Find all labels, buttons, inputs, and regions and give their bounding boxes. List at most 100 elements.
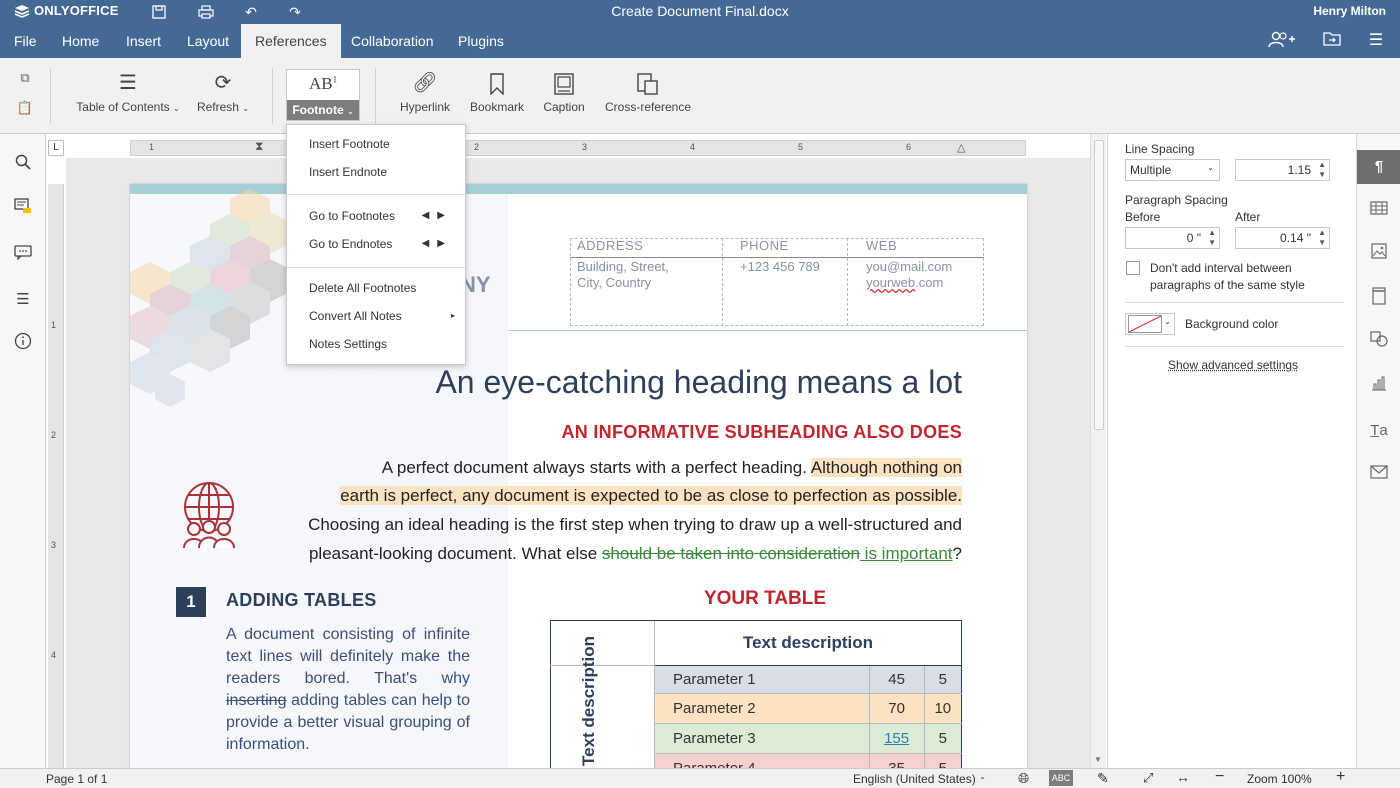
menu-item-goto-footnotes[interactable]: Go to Footnotes ◀▶	[287, 202, 465, 230]
spinner-arrows-icon[interactable]: ▲ ▼	[1318, 228, 1326, 248]
refresh-button[interactable]: ⟳ Refresh ⌄	[192, 66, 254, 126]
tab-plugins[interactable]: Plugins	[444, 24, 518, 58]
zoom-in-icon[interactable]: +	[1336, 768, 1345, 786]
copy-style-icon[interactable]: ⧉	[14, 70, 36, 90]
table-cell-param-name[interactable]: Parameter 2	[655, 694, 870, 724]
phone-label: PHONE	[740, 238, 789, 253]
spinner-arrows-icon[interactable]: ▲ ▼	[1208, 228, 1216, 248]
menu-separator	[287, 194, 465, 195]
user-name[interactable]: Henry Milton	[1313, 4, 1386, 18]
spacing-after-spinner[interactable]: 0.14 " ▲ ▼	[1235, 227, 1330, 249]
footnote-button[interactable]: AB1 Footnote ⌄	[286, 69, 360, 121]
table-cell-value[interactable]: 5	[924, 724, 961, 754]
about-info-icon[interactable]	[11, 332, 35, 356]
hyperlink-button[interactable]: 🔗︎ Hyperlink	[394, 66, 456, 126]
table-cell-value[interactable]: 10	[924, 694, 961, 724]
navigation-headings-icon[interactable]: ☰	[11, 288, 35, 312]
horizontal-ruler[interactable]: 1 ⧗ 1 2 3 4 5 6 △	[130, 140, 1026, 156]
comments-icon[interactable]	[11, 198, 35, 222]
paste-icon[interactable]: 📋	[14, 100, 36, 120]
background-color-label: Background color	[1185, 317, 1278, 331]
table-cell-param-name[interactable]: Parameter 3	[655, 724, 870, 754]
undo-icon[interactable]: ↶	[240, 2, 262, 22]
background-color-picker[interactable]: ⌄	[1125, 313, 1175, 335]
next-endnote-arrow-icon[interactable]: ▶	[437, 238, 453, 249]
tab-stop-selector[interactable]: L	[48, 140, 64, 156]
hamburger-menu-icon[interactable]: ☰	[1364, 30, 1388, 52]
zoom-level[interactable]: Zoom 100%	[1247, 772, 1312, 786]
redo-icon[interactable]: ↷	[284, 2, 306, 22]
chart-settings-icon[interactable]	[1367, 375, 1391, 399]
table-cell-param-name[interactable]: Parameter 4	[655, 754, 870, 769]
menu-item-convert-all-notes[interactable]: Convert All Notes ▸	[287, 302, 465, 330]
menu-item-insert-endnote[interactable]: Insert Endnote	[287, 158, 465, 186]
image-settings-icon[interactable]	[1367, 243, 1391, 267]
fit-page-icon[interactable]: ⤢	[1143, 770, 1153, 786]
add-user-icon[interactable]	[1266, 30, 1296, 52]
tab-home[interactable]: Home	[48, 24, 113, 58]
spinner-arrows-icon[interactable]: ▲ ▼	[1318, 160, 1326, 180]
fit-width-icon[interactable]: ↔	[1176, 769, 1190, 785]
scrollbar-thumb[interactable]	[1094, 140, 1104, 430]
tab-insert[interactable]: Insert	[112, 24, 175, 58]
table-side-label-cell[interactable]: Text description	[551, 666, 655, 769]
bookmark-button[interactable]: Bookmark	[464, 66, 530, 126]
tab-layout[interactable]: Layout	[173, 24, 243, 58]
document-page[interactable]: R NY ADDRESS Building, Street, City, Cou…	[130, 184, 1027, 768]
table-header-cell[interactable]: Text description	[655, 621, 962, 666]
table-cell-param-name[interactable]: Parameter 1	[655, 666, 870, 694]
shape-settings-icon[interactable]	[1367, 331, 1391, 355]
menu-item-notes-settings[interactable]: Notes Settings	[287, 330, 465, 358]
table-corner-cell[interactable]	[551, 621, 655, 666]
right-indent-marker-icon[interactable]: △	[957, 141, 965, 154]
line-spacing-mode-select[interactable]: Multiple ⌄	[1125, 159, 1220, 181]
table-cell-value[interactable]: 5	[924, 666, 961, 694]
document-scrollbar[interactable]: ▼	[1090, 134, 1106, 768]
open-location-icon[interactable]	[1320, 30, 1344, 52]
table-cell-value-tracked[interactable]: 155	[869, 724, 924, 754]
indent-marker-icon[interactable]: ⧗	[255, 139, 263, 154]
language-selector[interactable]: English (United States) ⌃	[853, 772, 986, 786]
header-footer-settings-icon[interactable]	[1367, 287, 1391, 311]
next-footnote-arrow-icon[interactable]: ▶	[437, 210, 453, 221]
section-title: ADDING TABLES	[226, 590, 377, 611]
table-of-contents-button[interactable]: ☰ Table of Contents ⌄	[70, 66, 186, 126]
mail-merge-icon[interactable]	[1367, 463, 1391, 487]
prev-endnote-arrow-icon[interactable]: ◀	[422, 238, 438, 249]
scroll-down-arrow-icon[interactable]: ▼	[1094, 755, 1102, 764]
globe-language-icon[interactable]: 🌐︎	[1018, 770, 1029, 787]
menu-item-insert-footnote[interactable]: Insert Footnote	[287, 130, 465, 158]
prev-footnote-arrow-icon[interactable]: ◀	[422, 210, 438, 221]
table-cell-value[interactable]: 70	[869, 694, 924, 724]
paragraph-settings-icon[interactable]: ¶	[1367, 155, 1391, 179]
tab-references[interactable]: References	[241, 24, 341, 58]
show-advanced-settings-link[interactable]: Show advanced settings	[1168, 358, 1298, 372]
data-table[interactable]: Text description Text description Parame…	[550, 620, 962, 768]
spellcheck-icon[interactable]: ABC	[1049, 770, 1073, 786]
menu-item-goto-endnotes[interactable]: Go to Endnotes ◀▶	[287, 230, 465, 258]
track-changes-icon[interactable]: ✎	[1097, 770, 1109, 787]
ruler-number: 2	[51, 430, 56, 440]
caption-button[interactable]: Caption	[536, 66, 592, 126]
tab-collaboration[interactable]: Collaboration	[337, 24, 448, 58]
print-icon[interactable]	[195, 2, 217, 22]
table-cell-value[interactable]: 5	[924, 754, 961, 769]
goto-endnotes-label: Go to Endnotes	[309, 237, 392, 251]
cross-reference-button[interactable]: Cross-reference	[600, 66, 696, 126]
dont-add-interval-checkbox[interactable]	[1126, 261, 1140, 275]
zoom-out-icon[interactable]: −	[1215, 768, 1224, 786]
line-spacing-value-spinner[interactable]: 1.15 ▲ ▼	[1235, 159, 1330, 181]
save-icon[interactable]	[148, 2, 170, 22]
vertical-ruler[interactable]: 1 2 3 4	[48, 184, 64, 768]
table-cell-value[interactable]: 35	[869, 754, 924, 769]
tab-file[interactable]: File	[0, 24, 51, 58]
spacing-before-spinner[interactable]: 0 " ▲ ▼	[1125, 227, 1220, 249]
search-icon[interactable]	[11, 154, 35, 178]
menu-item-delete-all-footnotes[interactable]: Delete All Footnotes	[287, 274, 465, 302]
document-canvas[interactable]: R NY ADDRESS Building, Street, City, Cou…	[66, 158, 1090, 768]
page-indicator[interactable]: Page 1 of 1	[46, 772, 107, 786]
table-settings-icon[interactable]	[1367, 199, 1391, 223]
text-art-settings-icon[interactable]: T̲a	[1367, 419, 1391, 443]
chat-icon[interactable]	[11, 244, 35, 268]
table-cell-value[interactable]: 45	[869, 666, 924, 694]
